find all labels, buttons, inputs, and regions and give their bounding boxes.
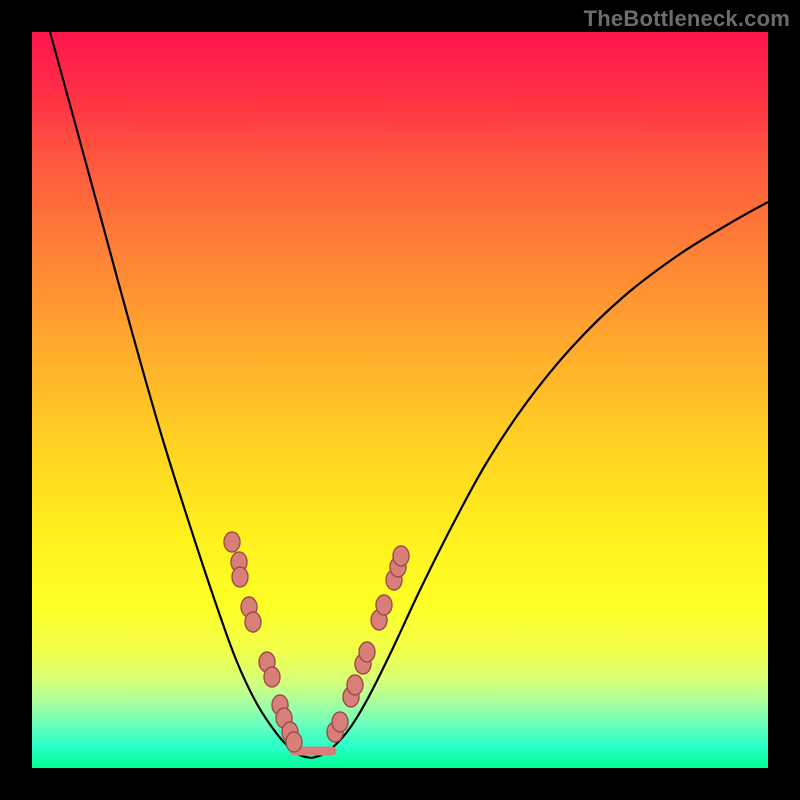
chart-area: [32, 32, 768, 768]
marker-dot: [376, 595, 392, 615]
markers-left: [224, 532, 302, 752]
marker-dot: [347, 675, 363, 695]
watermark-text: TheBottleneck.com: [584, 6, 790, 32]
marker-dot: [232, 567, 248, 587]
marker-dot: [245, 612, 261, 632]
curve-right: [312, 202, 768, 758]
marker-dot: [264, 667, 280, 687]
marker-dot: [286, 732, 302, 752]
marker-dot: [393, 546, 409, 566]
curve-left: [50, 32, 312, 758]
marker-dot: [359, 642, 375, 662]
markers-right: [327, 546, 409, 742]
chart-svg: [32, 32, 768, 768]
marker-dot: [332, 712, 348, 732]
marker-dot: [224, 532, 240, 552]
